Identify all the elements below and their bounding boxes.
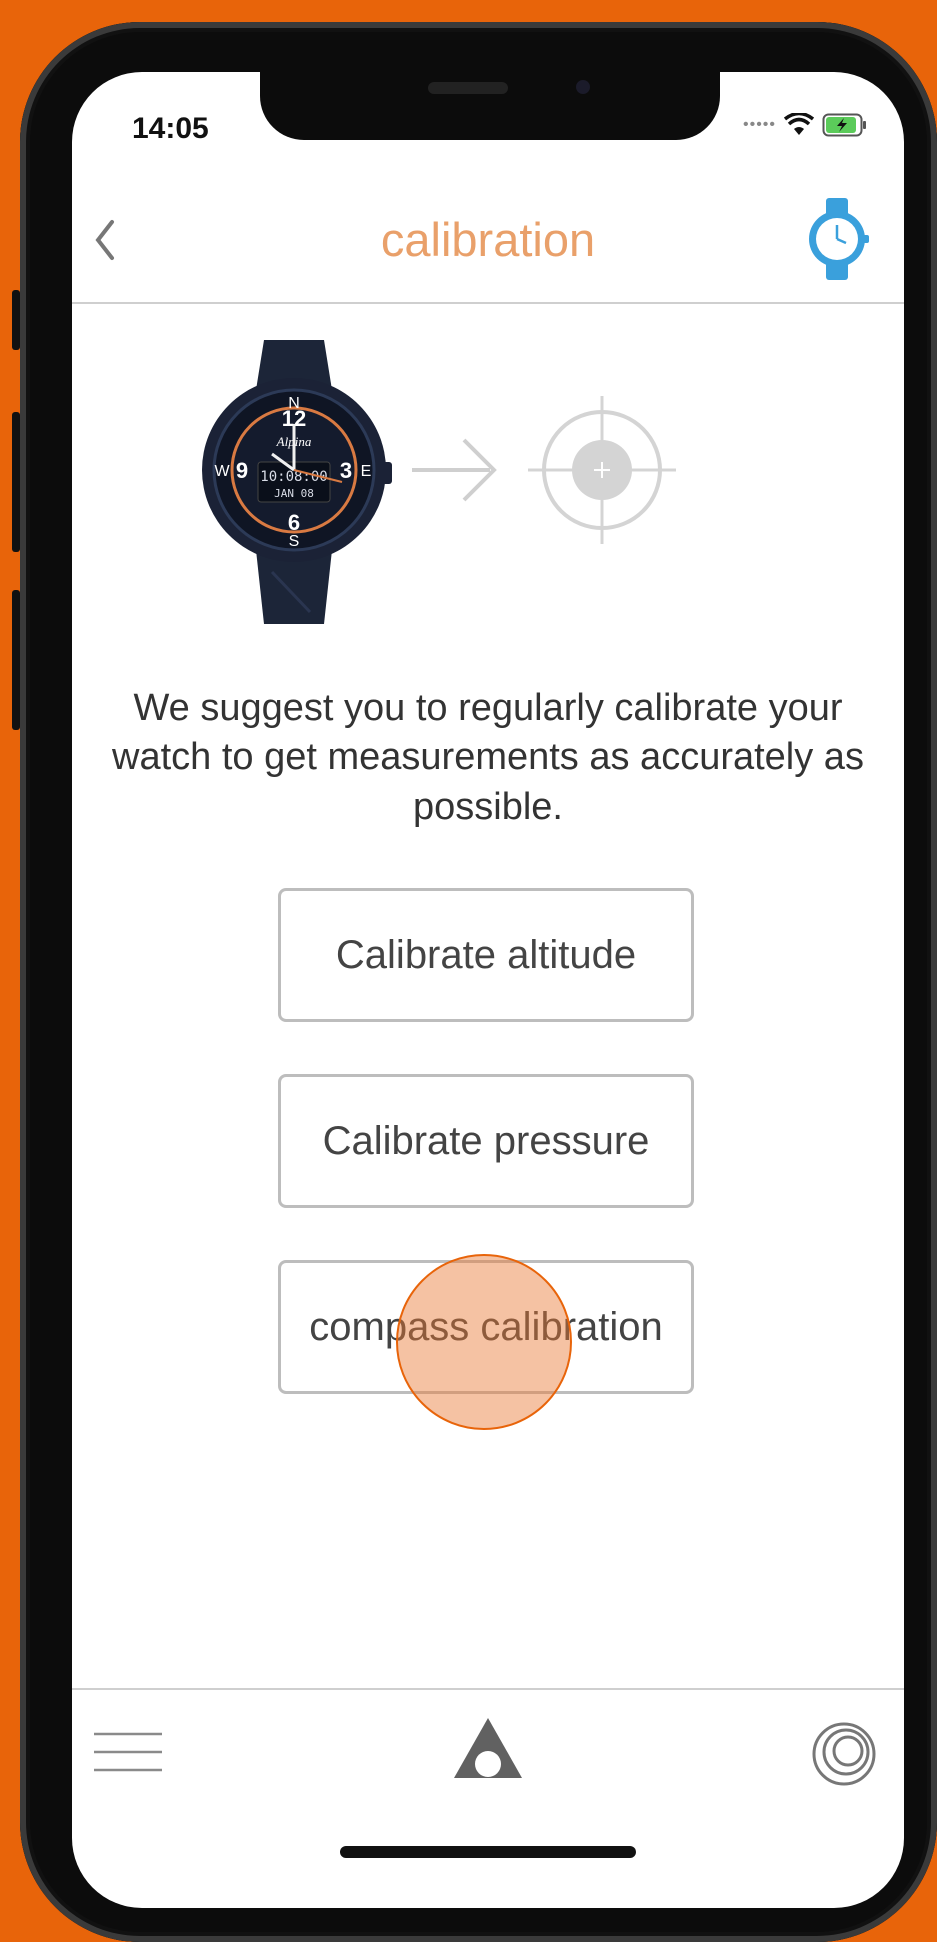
svg-text:S: S bbox=[289, 533, 300, 550]
svg-text:E: E bbox=[361, 463, 372, 480]
hamburger-menu-icon[interactable] bbox=[90, 1712, 170, 1792]
arrow-right-icon bbox=[412, 438, 497, 502]
bottom-tab-bar bbox=[72, 1688, 904, 1810]
volume-down-button bbox=[12, 590, 20, 730]
home-indicator[interactable] bbox=[340, 1846, 636, 1858]
alpinerx-watch-image: N S W E 12 6 9 3 Alpina 10:08:00 JAN 08 bbox=[202, 340, 392, 624]
calibration-illustration: N S W E 12 6 9 3 Alpina 10:08:00 JAN 08 bbox=[202, 340, 676, 624]
svg-text:W: W bbox=[214, 463, 230, 480]
svg-text:9: 9 bbox=[236, 458, 248, 483]
crosshair-target-icon bbox=[528, 396, 676, 544]
speaker bbox=[428, 82, 508, 94]
calibrate-pressure-button[interactable]: Calibrate pressure bbox=[278, 1074, 694, 1208]
front-camera bbox=[576, 80, 590, 94]
nav-header: calibration bbox=[72, 182, 904, 304]
circles-sync-icon[interactable] bbox=[804, 1712, 884, 1792]
watch-icon[interactable] bbox=[802, 194, 872, 284]
watch-lcd-date: JAN 08 bbox=[274, 487, 314, 500]
notch bbox=[260, 72, 720, 140]
page-title: calibration bbox=[380, 213, 596, 266]
triangle-logo-icon[interactable] bbox=[448, 1712, 528, 1792]
svg-text:3: 3 bbox=[340, 458, 352, 483]
touch-indicator bbox=[396, 1254, 572, 1430]
volume-up-button bbox=[12, 412, 20, 552]
calibrate-altitude-button[interactable]: Calibrate altitude bbox=[278, 888, 694, 1022]
silent-switch bbox=[12, 290, 20, 350]
app-screen: 14:05 ••••• calibration N S W E 12 6 9 3… bbox=[72, 72, 904, 1908]
signal-dots-icon: ••••• bbox=[742, 116, 776, 133]
battery-charging-icon bbox=[822, 113, 866, 137]
svg-text:6: 6 bbox=[288, 510, 300, 535]
status-icons: ••••• bbox=[743, 112, 868, 138]
status-time: 14:05 bbox=[132, 112, 209, 145]
watch-lcd-time: 10:08:00 bbox=[260, 469, 327, 485]
wifi-icon bbox=[784, 113, 814, 135]
calibration-description: We suggest you to regularly calibrate yo… bbox=[112, 687, 864, 828]
